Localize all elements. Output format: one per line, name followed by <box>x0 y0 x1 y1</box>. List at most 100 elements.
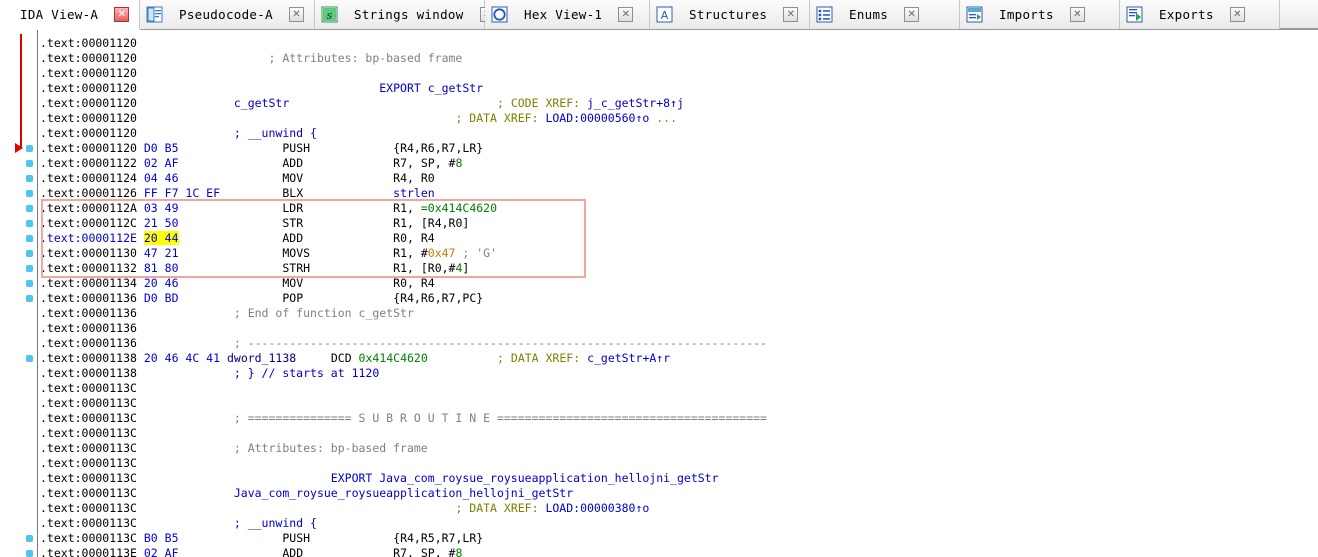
token-sym[interactable]: Java_com_roysue_roysueapplication_helloj… <box>137 486 573 500</box>
disasm-line[interactable]: .text:0000113C ; __unwind { <box>40 516 1318 531</box>
token-sym[interactable]: c_getStr <box>137 96 289 110</box>
disasm-line[interactable]: .text:0000113C EXPORT Java_com_roysue_ro… <box>40 471 1318 486</box>
disasm-line[interactable]: .text:00001136 D0 BD POP {R4,R6,R7,PC} <box>40 291 1318 306</box>
disasm-line[interactable]: .text:0000113C ; DATA XREF: LOAD:0000038… <box>40 501 1318 516</box>
disasm-line[interactable]: .text:00001120 <box>40 66 1318 81</box>
tab-strings-window[interactable]: sStrings window✕ <box>315 0 495 29</box>
tab-imports[interactable]: Imports ✕ <box>960 0 1120 29</box>
token-xreflnk[interactable]: LOAD:00000560↑o <box>545 111 649 125</box>
disasm-line[interactable]: .text:0000112C 21 50 STR R1, [R4,R0] <box>40 216 1318 231</box>
disasm-line[interactable]: .text:00001120 EXPORT c_getStr <box>40 81 1318 96</box>
disasm-line[interactable]: .text:0000113C <box>40 396 1318 411</box>
line-address: .text:00001120 <box>40 126 137 140</box>
tab-structures[interactable]: A Structures ✕ <box>650 0 810 29</box>
tab-pseudocode-a[interactable]: Pseudocode-A ✕ <box>140 0 315 29</box>
tab-label: Enums <box>849 7 889 22</box>
disassembly-view[interactable]: .text:00001120 .text:00001120 ; Attribute… <box>0 30 1318 557</box>
disasm-line[interactable]: .text:00001120 ; DATA XREF: LOAD:0000056… <box>40 111 1318 126</box>
disasm-line[interactable]: .text:0000113C ; =============== S U B R… <box>40 411 1318 426</box>
disasm-line[interactable]: .text:00001138 ; } // starts at 1120 <box>40 366 1318 381</box>
close-icon[interactable]: ✕ <box>904 7 920 22</box>
tab-label: Exports <box>1159 7 1214 22</box>
imports-icon <box>966 6 983 23</box>
token-xreflnk[interactable]: c_getStr+A↑r <box>587 351 670 365</box>
close-icon[interactable]: ✕ <box>114 7 130 22</box>
token-dataname[interactable]: dword_1138 <box>220 351 296 365</box>
line-address: .text:0000113C <box>40 381 137 395</box>
close-icon[interactable]: ✕ <box>783 7 799 22</box>
arrow-gutter[interactable] <box>0 30 38 557</box>
jump-arrow-line <box>20 34 22 148</box>
disasm-line[interactable]: .text:0000112A 03 49 LDR R1, =0x414C4620 <box>40 201 1318 216</box>
line-address: .text:00001136 <box>40 306 137 320</box>
tab-hex-view-1[interactable]: Hex View-1 ✕ <box>485 0 650 29</box>
token-xref: ; DATA XREF: <box>455 111 546 125</box>
line-address: .text:0000113C <box>40 411 137 425</box>
token-mn: MOV <box>282 276 304 290</box>
disasm-line[interactable]: .text:0000113C <box>40 381 1318 396</box>
line-bytes: B0 B5 <box>143 531 179 545</box>
instruction-marker-dot <box>26 535 33 542</box>
disasm-line[interactable]: .text:00001124 04 46 MOV R4, R0 <box>40 171 1318 186</box>
token-xreflnk[interactable]: LOAD:00000380↑o <box>545 501 649 515</box>
disasm-line[interactable]: .text:00001136 <box>40 321 1318 336</box>
disasm-line[interactable]: .text:0000113C <box>40 456 1318 471</box>
disasm-line[interactable]: .text:0000113C Java_com_roysue_roysueapp… <box>40 486 1318 501</box>
disasm-line[interactable]: .text:0000113C <box>40 426 1318 441</box>
disasm-line[interactable]: .text:00001132 81 80 STRH R1, [R0,#4] <box>40 261 1318 276</box>
disasm-line[interactable]: .text:00001136 ; -----------------------… <box>40 336 1318 351</box>
disasm-line[interactable]: .text:00001126 FF F7 1C EF BLX strlen <box>40 186 1318 201</box>
instruction-marker-dot <box>26 235 33 242</box>
tab-exports[interactable]: Exports ✕ <box>1120 0 1280 29</box>
instruction-marker-dot <box>26 250 33 257</box>
disasm-line[interactable]: .text:0000113E 02 AF ADD R7, SP, #8 <box>40 546 1318 557</box>
disasm-line[interactable]: .text:00001136 ; End of function c_getSt… <box>40 306 1318 321</box>
token-op: R1, [R4,R0] <box>393 216 470 230</box>
enums-icon <box>816 6 833 23</box>
disasm-line[interactable]: .text:00001120 D0 B5 PUSH {R4,R6,R7,LR} <box>40 141 1318 156</box>
close-icon[interactable]: ✕ <box>1069 7 1085 22</box>
disasm-line[interactable]: .text:00001120 <box>40 36 1318 51</box>
disasm-line[interactable]: .text:0000113C ; Attributes: bp-based fr… <box>40 441 1318 456</box>
disassembly-listing[interactable]: .text:00001120 .text:00001120 ; Attribute… <box>40 30 1318 557</box>
disasm-line[interactable]: .text:00001134 20 46 MOV R0, R4 <box>40 276 1318 291</box>
close-icon[interactable]: ✕ <box>618 7 634 22</box>
disasm-line[interactable]: .text:0000112E 20 44 ADD R0, R4 <box>40 231 1318 246</box>
token-sym[interactable]: EXPORT c_getStr <box>137 81 483 95</box>
disasm-line[interactable]: .text:00001130 47 21 MOVS R1, #0x47 ; 'G… <box>40 246 1318 261</box>
close-icon[interactable]: ✕ <box>1229 7 1245 22</box>
tab-ida-view-a[interactable]: IDA View-A ✕ <box>0 0 140 30</box>
disasm-line[interactable]: .text:00001120 ; Attributes: bp-based fr… <box>40 51 1318 66</box>
tab-label: Hex View-1 <box>524 7 603 22</box>
disasm-line[interactable]: .text:00001120 c_getStr ; CODE XREF: j_c… <box>40 96 1318 111</box>
disasm-line[interactable]: .text:0000113C B0 B5 PUSH {R4,R5,R7,LR} <box>40 531 1318 546</box>
line-address: .text:0000113C <box>40 441 137 455</box>
line-address: .text:00001122 <box>40 156 137 170</box>
tab-enums[interactable]: Enums ✕ <box>810 0 960 29</box>
token-sep: ; --------------------------------------… <box>136 336 767 350</box>
close-icon[interactable]: ✕ <box>288 7 304 22</box>
disasm-line[interactable]: .text:00001122 02 AF ADD R7, SP, #8 <box>40 156 1318 171</box>
token-sym[interactable]: EXPORT Java_com_roysue_roysueapplication… <box>137 471 719 485</box>
token-sym[interactable]: ; __unwind { <box>137 126 317 140</box>
disasm-line[interactable]: .text:00001120 ; __unwind { <box>40 126 1318 141</box>
token-sym[interactable]: ; __unwind { <box>137 516 317 530</box>
token-xreflnk[interactable]: j_c_getStr+8↑j <box>587 96 684 110</box>
disasm-line[interactable]: .text:00001138 20 46 4C 41 dword_1138 DC… <box>40 351 1318 366</box>
jump-arrow-head <box>15 143 23 153</box>
token-sym[interactable]: strlen <box>393 186 435 200</box>
line-address: .text:0000113C <box>40 516 137 530</box>
token-op: R7, SP, # <box>393 156 456 170</box>
token-mn: MOVS <box>282 246 311 260</box>
token-mn: STR <box>282 216 304 230</box>
token-sym[interactable]: ; } // starts at 1120 <box>137 366 379 380</box>
